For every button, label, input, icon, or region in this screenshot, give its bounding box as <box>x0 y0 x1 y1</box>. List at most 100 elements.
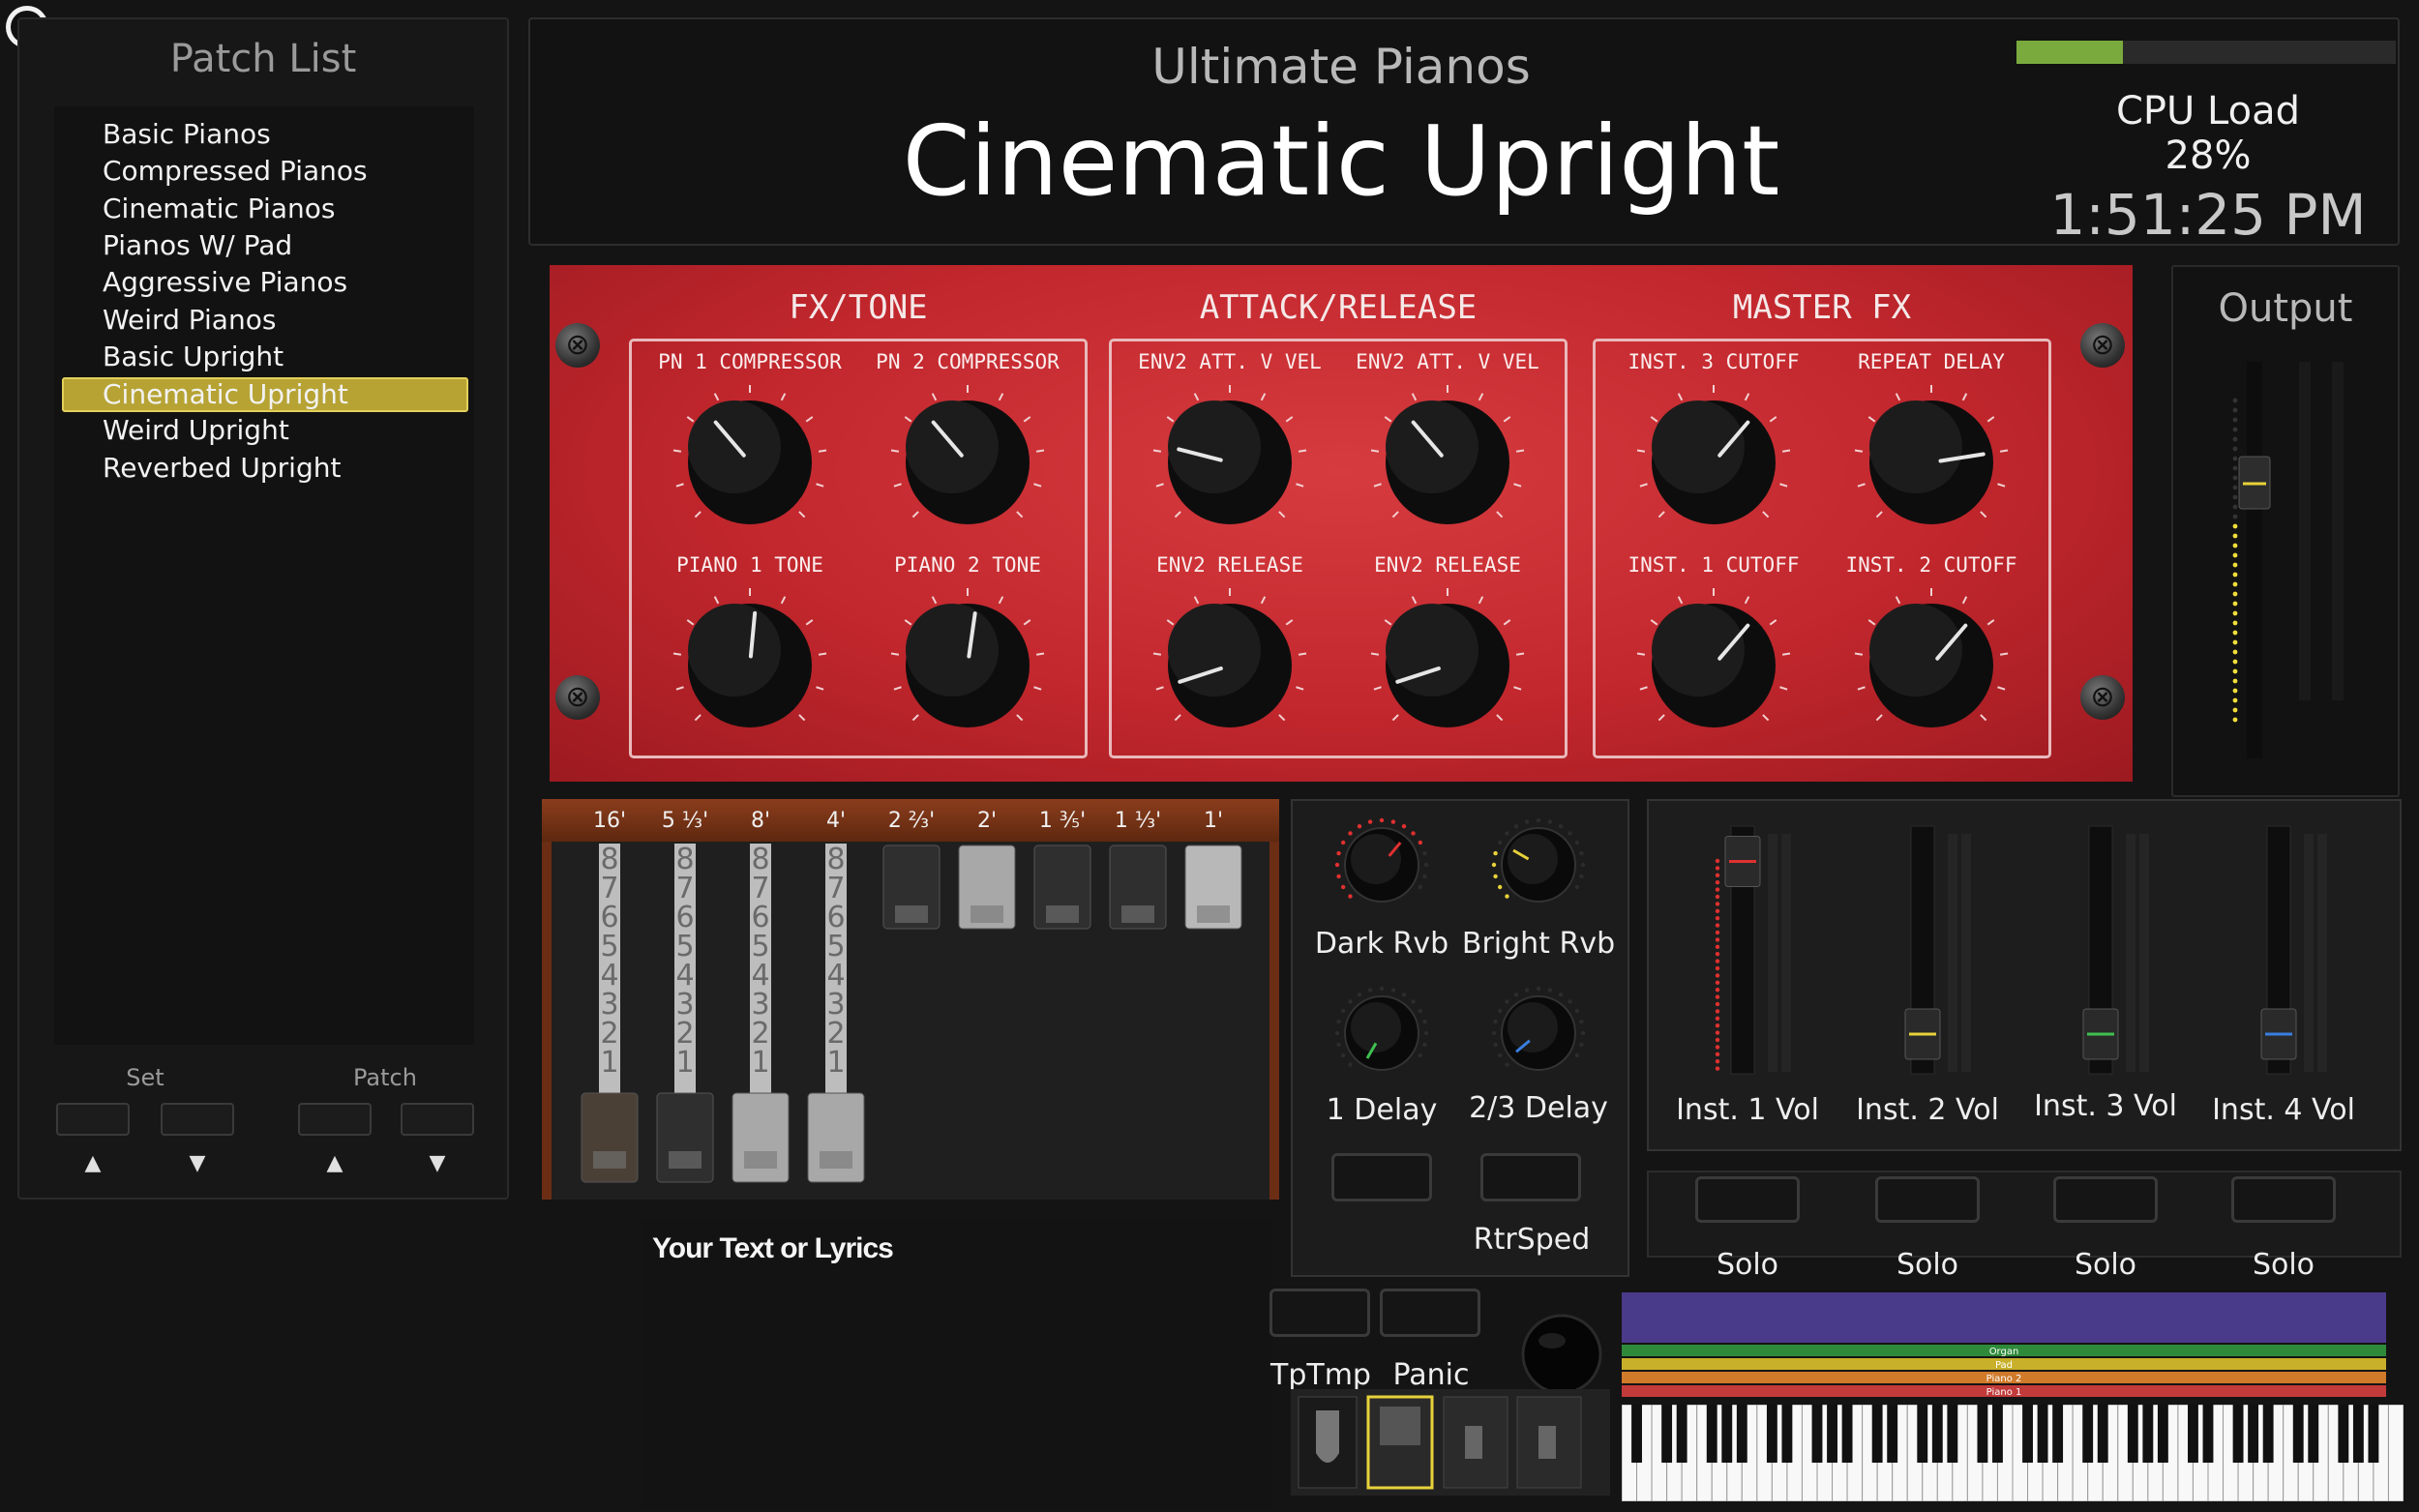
drawbar-label: 5 ⅓' <box>661 809 709 833</box>
section-knobs <box>1636 385 2009 727</box>
knob[interactable] <box>1636 588 1791 727</box>
knob-label: PIANO 2 TONE <box>894 553 1041 577</box>
drawbar[interactable] <box>1180 844 1247 1211</box>
knob-label: ENV2 RELEASE <box>1374 553 1521 577</box>
fx-knob[interactable] <box>1333 816 1430 913</box>
layer-label: Piano 1 <box>1986 1387 2022 1397</box>
fx-knob[interactable] <box>1333 985 1430 1082</box>
volume-fader[interactable] <box>1704 818 1791 1080</box>
tptmp-label: TpTmp <box>1270 1358 1371 1392</box>
fx-knob[interactable] <box>1490 985 1587 1082</box>
volume-label: Inst. 3 Vol <box>2034 1089 2177 1123</box>
knob[interactable] <box>672 385 827 524</box>
knob-label: ENV2 RELEASE <box>1156 553 1303 577</box>
knob-label: PN 1 COMPRESSOR <box>658 350 842 373</box>
knob[interactable] <box>1370 385 1525 524</box>
drawbar[interactable]: 87654321 <box>576 844 643 1211</box>
patch-list-item[interactable]: Cinematic Pianos <box>103 193 335 224</box>
section-knobs <box>1152 385 1525 727</box>
solo-label: Solo <box>1716 1248 1779 1282</box>
patch-list-item[interactable]: Weird Upright <box>103 414 289 446</box>
clock: 1:51:25 PM <box>2049 182 2367 248</box>
panic-button[interactable] <box>1380 1289 1480 1337</box>
fx-knob[interactable] <box>1490 816 1587 913</box>
volume-label: Inst. 2 Vol <box>1856 1093 1999 1127</box>
patch-list-item[interactable]: Cinematic Upright <box>62 377 468 413</box>
patch-down-button[interactable] <box>401 1103 474 1136</box>
patch-up-button[interactable] <box>298 1103 372 1136</box>
tptmp-button[interactable] <box>1269 1289 1370 1337</box>
volume-fader[interactable] <box>2062 818 2149 1080</box>
knob[interactable] <box>672 588 827 727</box>
drawbar[interactable]: 87654321 <box>651 844 719 1211</box>
pedal-area <box>1291 1389 1610 1496</box>
drawbar-label: 16' <box>592 809 627 833</box>
drawbar[interactable] <box>1029 844 1096 1211</box>
section-knobs <box>672 385 1045 727</box>
arrow-down-icon: ▼ <box>429 1151 446 1175</box>
patch-list-item[interactable]: Pianos W/ Pad <box>103 229 292 261</box>
knob-label: INST. 2 CUTOFF <box>1845 553 2017 577</box>
output-meter <box>2232 362 2344 758</box>
master-knob[interactable] <box>1519 1312 1606 1399</box>
set-label: Set <box>126 1064 164 1091</box>
layer-split-display: Organ Pad Piano 2 Piano 1 <box>1622 1292 2386 1397</box>
set-down-button[interactable] <box>161 1103 234 1136</box>
drawbar-label: 2' <box>976 809 998 833</box>
screw-icon: ⊗ <box>555 675 600 720</box>
patch-list-item[interactable]: Aggressive Pianos <box>103 266 347 298</box>
solo-button[interactable] <box>2231 1176 2336 1223</box>
drawbar[interactable] <box>1104 844 1172 1211</box>
knob[interactable] <box>1152 385 1307 524</box>
set-up-button[interactable] <box>56 1103 130 1136</box>
svg-text:1: 1 <box>675 1046 694 1080</box>
knob[interactable] <box>1854 385 2009 524</box>
layer-label: Piano 2 <box>1986 1374 2022 1384</box>
drawbar[interactable] <box>878 844 945 1211</box>
solo-label: Solo <box>2074 1248 2137 1282</box>
knob[interactable] <box>1152 588 1307 727</box>
patch-list: Basic Pianos Compressed Pianos Cinematic P… <box>54 106 474 1045</box>
knob-label: REPEAT DELAY <box>1858 350 2005 373</box>
patch-list-title: Patch List <box>169 37 357 81</box>
volume-fader[interactable] <box>1884 818 1971 1080</box>
knob[interactable] <box>1854 588 2009 727</box>
output-meter-right <box>2332 362 2344 700</box>
output-fader-track <box>2247 362 2262 758</box>
drawbar[interactable]: 87654321 <box>727 844 794 1211</box>
rtrsped-button[interactable] <box>1480 1153 1581 1201</box>
svg-text:1: 1 <box>826 1046 845 1080</box>
drawbar-label: 2 ⅔' <box>887 809 936 833</box>
keyboard[interactable] <box>1622 1405 2404 1501</box>
patch-list-item[interactable]: Basic Upright <box>103 341 284 372</box>
arrow-down-icon: ▼ <box>189 1151 206 1175</box>
bank-name: Ultimate Pianos <box>1151 39 1531 95</box>
knob[interactable] <box>1370 588 1525 727</box>
patch-list-item[interactable]: Weird Pianos <box>103 304 276 336</box>
volume-fader[interactable] <box>2240 818 2327 1080</box>
knob[interactable] <box>890 588 1045 727</box>
patch-list-item[interactable]: Compressed Pianos <box>103 155 368 187</box>
solo-button[interactable] <box>1875 1176 1980 1223</box>
knob[interactable] <box>890 385 1045 524</box>
fx-button-left[interactable] <box>1331 1153 1432 1201</box>
solo-button[interactable] <box>2053 1176 2158 1223</box>
fx-knob-label: 2/3 Delay <box>1469 1091 1608 1125</box>
drawbar-label: 8' <box>750 809 771 833</box>
output-title: Output <box>2218 286 2353 331</box>
drawbar[interactable] <box>953 844 1021 1211</box>
section-title: MASTER FX <box>1732 288 1912 327</box>
output-level-leds <box>2232 398 2238 723</box>
fx-knob-label: 1 Delay <box>1326 1093 1438 1127</box>
drawbar[interactable]: 87654321 <box>802 844 870 1211</box>
screw-icon: ⊗ <box>2080 323 2125 368</box>
patch-list-item[interactable]: Reverbed Upright <box>103 452 341 484</box>
arrow-up-icon: ▲ <box>326 1151 343 1175</box>
patch-label: Patch <box>353 1064 417 1091</box>
solo-button[interactable] <box>1695 1176 1800 1223</box>
arrow-up-icon: ▲ <box>84 1151 102 1175</box>
cpu-label: CPU Load <box>2116 89 2300 133</box>
knob-label: ENV2 ATT. V VEL <box>1356 350 1539 373</box>
patch-list-item[interactable]: Basic Pianos <box>103 118 271 150</box>
knob[interactable] <box>1636 385 1791 524</box>
